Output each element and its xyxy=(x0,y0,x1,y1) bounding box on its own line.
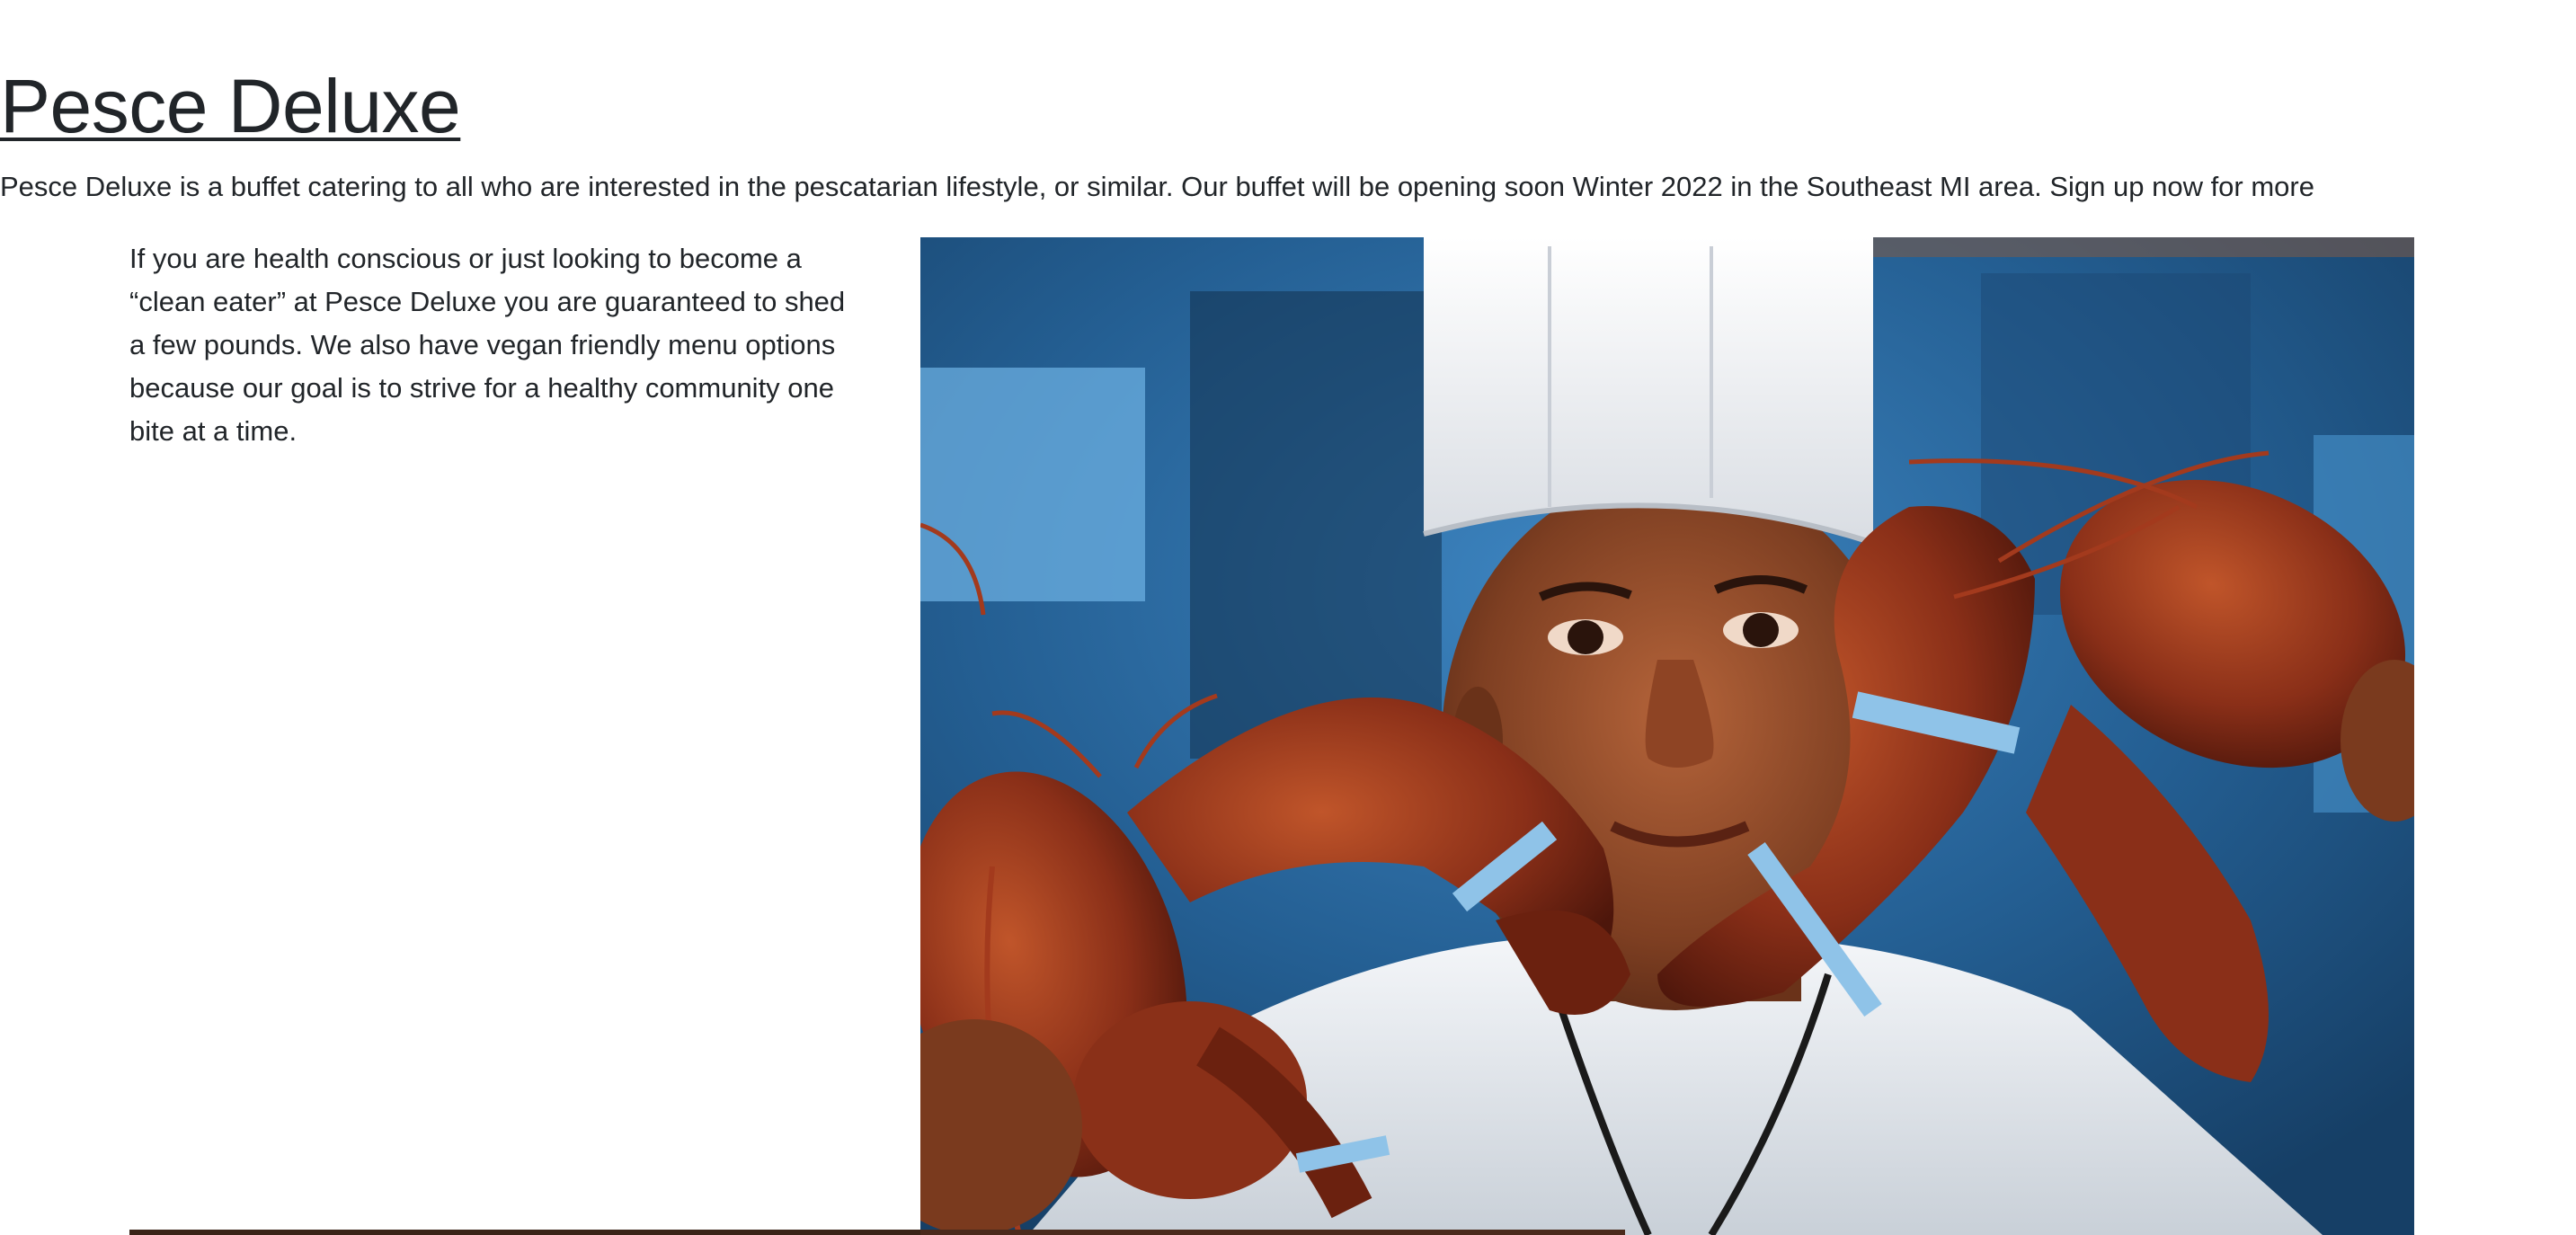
site-title: Pesce Deluxe xyxy=(0,64,461,148)
page: Pesce Deluxe Pesce Deluxe is a buffet ca… xyxy=(0,0,2576,1235)
body-text: If you are health conscious or just look… xyxy=(129,243,846,447)
bottom-image-edge-tail xyxy=(920,1230,1625,1235)
photo-chef-holding-lobsters-icon xyxy=(920,237,2414,1235)
site-title-link[interactable]: Pesce Deluxe xyxy=(0,64,461,148)
chef-lobster-photo xyxy=(920,237,2414,1235)
intro-text: Pesce Deluxe is a buffet catering to all… xyxy=(0,171,2314,202)
bottom-image-edge xyxy=(129,1230,920,1235)
